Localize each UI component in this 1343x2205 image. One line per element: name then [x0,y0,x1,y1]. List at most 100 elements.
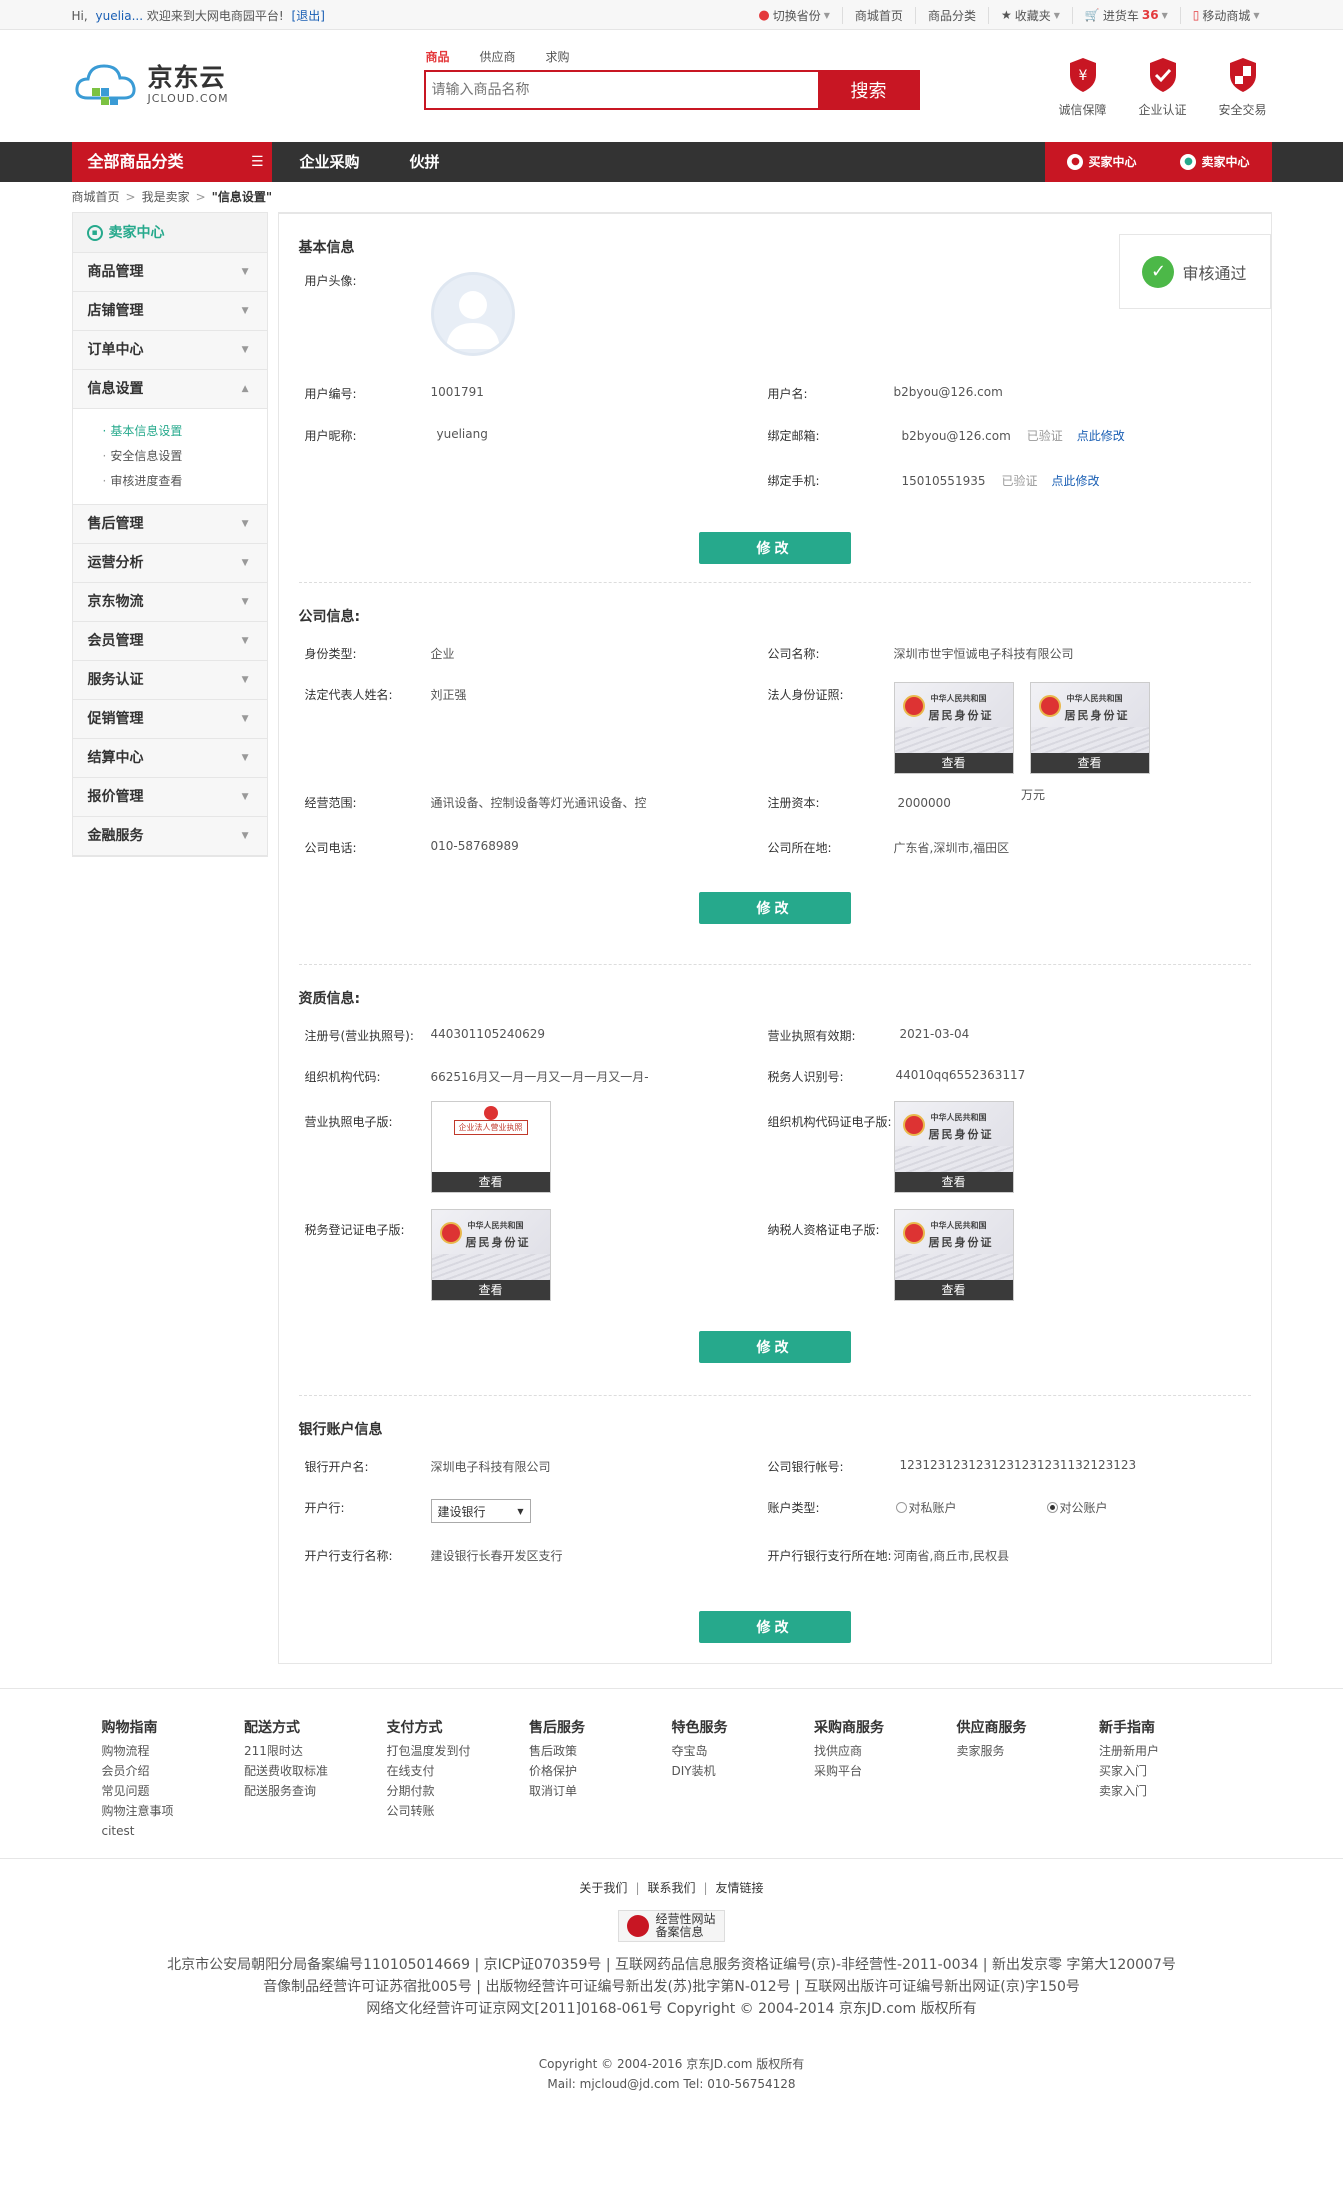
nav-enterprise-purchase[interactable]: 企业采购 [278,142,382,182]
province-switch[interactable]: ● 切换省份 ▼ [746,7,842,24]
icp-badge[interactable]: 经营性网站 备案信息 [618,1910,725,1942]
footer-link[interactable]: 购物注意事项 [102,1801,245,1821]
sidebar-item-members[interactable]: 会员管理 ▼ [72,622,267,661]
cart-menu[interactable]: 🛒 进货车 36 ▼ [1071,6,1180,24]
footer-link[interactable]: 配送费收取标准 [244,1761,387,1781]
breadcrumb-home[interactable]: 商城首页 [72,190,120,204]
sidebar-item-analytics[interactable]: 运营分析 ▼ [72,544,267,583]
sidebar-item-products[interactable]: 商品管理 ▼ [72,253,267,292]
username-link[interactable]: yuelia... [96,9,144,23]
mobile-mall-menu[interactable]: ▯ 移动商城 ▼ [1179,6,1272,24]
company-edit-button[interactable]: 修改 [698,892,851,924]
radio-public-account[interactable]: 对公账户 [1046,1499,1108,1516]
branch-location-label: 开户行银行支行所在地: [767,1549,892,1563]
sidebar-item-certification[interactable]: 服务认证 ▼ [72,661,267,700]
favorites-menu[interactable]: ★ 收藏夹 ▼ [987,6,1072,24]
seller-center-button[interactable]: ● 卖家中心 [1158,142,1271,182]
sidebar-item-settlement[interactable]: 结算中心 ▼ [72,739,267,778]
view-button[interactable]: 查看 [894,1172,1013,1192]
footer-link[interactable]: 分期付款 [387,1781,530,1801]
footer-link[interactable]: 售后政策 [529,1741,672,1761]
sidebar-item-logistics[interactable]: 京东物流 ▼ [72,583,267,622]
sidebar-header[interactable]: ▪ 卖家中心 [72,213,267,253]
org-code-image[interactable]: 中华人民共和国 居民身份证 查看 [893,1101,1014,1193]
footer-link[interactable]: 常见问题 [102,1781,245,1801]
submenu-security-info[interactable]: 安全信息设置 [103,444,267,469]
sidebar-item-store[interactable]: 店铺管理 ▼ [72,292,267,331]
footer-link[interactable]: 价格保护 [529,1761,672,1781]
email-edit-link[interactable]: 点此修改 [1077,429,1125,443]
id-card-back-image[interactable]: 中华人民共和国 居民身份证 查看 [1029,682,1150,774]
categories-link[interactable]: 商品分类 [914,6,988,24]
friend-links-link[interactable]: 友情链接 [716,1881,764,1895]
contact-us-link[interactable]: 联系我们 [647,1881,695,1895]
radio-private-account[interactable]: 对私账户 [895,1499,957,1516]
guarantee-integrity[interactable]: ¥ 诚信保障 [1054,56,1112,118]
bank-select[interactable]: 建设银行 ▼ [430,1499,531,1523]
all-categories-button[interactable]: 全部商品分类 ☰ [71,142,272,182]
breadcrumb-seller[interactable]: 我是卖家 [142,190,190,204]
footer-column-title: 支付方式 [386,1720,443,1736]
footer-link[interactable]: DIY装机 [672,1761,815,1781]
sidebar-item-after-sales[interactable]: 售后管理 ▼ [72,505,267,544]
sidebar-item-promotions[interactable]: 促销管理 ▼ [72,700,267,739]
footer-link[interactable]: 卖家入门 [1099,1781,1242,1801]
footer-link[interactable]: 配送服务查询 [244,1781,387,1801]
footer-link[interactable]: 注册新用户 [1099,1741,1242,1761]
phone-verified: 已验证 [1001,474,1038,488]
cart-count: 36 [1141,8,1159,22]
search-button[interactable]: 搜索 [817,70,920,110]
view-button[interactable]: 查看 [1030,753,1149,773]
sidebar-item-info-settings[interactable]: 信息设置 ▲ [72,370,267,409]
view-button[interactable]: 查看 [431,1280,550,1300]
buyer-icon: ● [1067,154,1084,170]
footer-link[interactable]: 采购平台 [814,1761,957,1781]
footer-link[interactable]: 卖家服务 [957,1741,1100,1761]
footer-link[interactable]: 打包温度发到付 [387,1741,530,1761]
phone-edit-link[interactable]: 点此修改 [1052,474,1100,488]
view-button[interactable]: 查看 [431,1172,550,1192]
guarantee-secure[interactable]: 安全交易 [1214,56,1272,118]
id-card-front-image[interactable]: 中华人民共和国 居民身份证 查看 [893,682,1014,774]
footer-link[interactable]: 公司转账 [387,1801,530,1821]
footer-link[interactable]: citest [102,1821,245,1841]
tax-reg-image[interactable]: 中华人民共和国 居民身份证 查看 [430,1209,551,1301]
avatar[interactable] [430,272,515,356]
view-button[interactable]: 查看 [894,753,1013,773]
search-tab-requests[interactable]: 求购 [546,44,570,70]
search-tab-suppliers[interactable]: 供应商 [480,44,516,70]
footer-link[interactable]: 会员介绍 [102,1761,245,1781]
sidebar-item-finance[interactable]: 金融服务 ▼ [72,817,267,856]
taxpayer-image[interactable]: 中华人民共和国 居民身份证 查看 [893,1209,1014,1301]
sidebar-item-orders[interactable]: 订单中心 ▼ [72,331,267,370]
basic-edit-button[interactable]: 修改 [698,532,851,564]
submenu-review-progress[interactable]: 审核进度查看 [103,469,267,494]
business-license-image[interactable]: 企业法人营业执照 查看 [430,1101,551,1193]
search-tab-products[interactable]: 商品 [426,44,450,70]
footer-column: 新手指南 注册新用户 买家入门 卖家入门 [1099,1717,1242,1858]
site-logo[interactable]: 京东云 JCLOUD.COM [74,58,229,110]
footer-link[interactable]: 夺宝岛 [672,1741,815,1761]
guarantee-certified[interactable]: 企业认证 [1134,56,1192,118]
footer-link[interactable]: 211限时达 [244,1741,387,1761]
about-us-link[interactable]: 关于我们 [579,1881,627,1895]
qualification-edit-button[interactable]: 修改 [698,1331,851,1363]
footer-link[interactable]: 找供应商 [814,1741,957,1761]
buyer-center-button[interactable]: ● 买家中心 [1045,142,1158,182]
mall-home-link[interactable]: 商城首页 [841,6,915,24]
sidebar-submenu: 基本信息设置 安全信息设置 审核进度查看 [72,409,267,505]
bank-edit-button[interactable]: 修改 [698,1611,851,1643]
sidebar-item-label: 信息设置 [87,381,144,397]
footer-link[interactable]: 在线支付 [387,1761,530,1781]
footer-link[interactable]: 取消订单 [529,1781,672,1801]
view-button[interactable]: 查看 [894,1280,1013,1300]
submenu-basic-info[interactable]: 基本信息设置 [103,419,267,444]
logout-link[interactable]: [退出] [292,9,325,23]
nav-group-buy[interactable]: 伙拼 [388,142,462,182]
chevron-down-icon: ▼ [241,753,249,763]
sidebar-item-quotes[interactable]: 报价管理 ▼ [72,778,267,817]
company-name-label: 公司名称: [767,647,820,661]
footer-link[interactable]: 购物流程 [102,1741,245,1761]
search-input[interactable] [423,70,818,110]
footer-link[interactable]: 买家入门 [1099,1761,1242,1781]
